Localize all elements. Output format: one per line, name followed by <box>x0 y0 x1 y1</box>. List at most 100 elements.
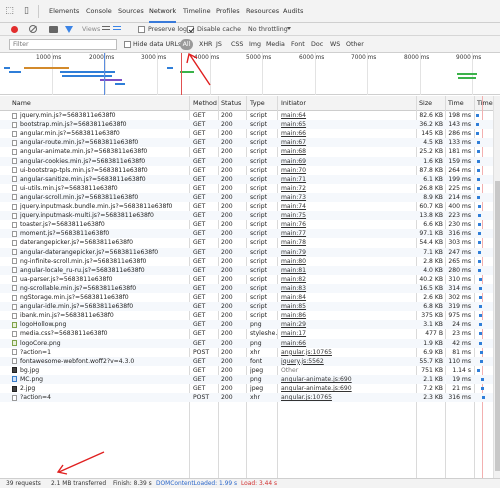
column-header-size[interactable]: Size <box>417 96 432 111</box>
table-row[interactable]: angular-idle.min.js?=5683811e638f0 GET 200… <box>0 302 493 312</box>
request-initiator[interactable]: main:74 <box>281 202 415 211</box>
scrollbar-thumb[interactable] <box>495 181 500 471</box>
inspect-element-icon[interactable]: ⬚ <box>4 6 15 17</box>
request-initiator[interactable]: main:67 <box>281 138 415 147</box>
request-initiator[interactable]: main:17 <box>281 329 415 338</box>
request-initiator[interactable]: jquery.js:5562 <box>281 357 415 366</box>
filter-icon[interactable] <box>65 26 73 33</box>
disable-cache-checkbox[interactable] <box>187 26 194 33</box>
table-row[interactable]: angular-animate.min.js?=5683811e638f0 GET… <box>0 147 493 156</box>
table-row[interactable]: angular-locale_ru-ru.js?=5683811e638f0 GE… <box>0 265 493 275</box>
table-row[interactable]: logoHollow.png GET 200 png main:29 3.1 KB 24 m… <box>0 320 493 330</box>
request-initiator[interactable]: main:78 <box>281 238 415 247</box>
table-row[interactable]: ng-scrollable.min.js?=5683811e638f0 GET 20… <box>0 283 493 293</box>
tab-audits[interactable]: Audits <box>283 0 303 23</box>
tab-console[interactable]: Console <box>86 0 112 23</box>
table-row[interactable]: 2.jpg GET 200 jpeg angular-animate.js:690 7.2… <box>0 384 493 393</box>
filter-type-all[interactable]: All <box>180 39 193 50</box>
table-row[interactable]: ngStorage.min.js?=5683811e638f0 GET 200 scr… <box>0 293 493 302</box>
request-initiator[interactable]: main:80 <box>281 257 415 266</box>
request-initiator[interactable]: main:68 <box>281 147 415 156</box>
filter-input[interactable] <box>9 39 117 50</box>
column-header-initiator[interactable]: Initiator <box>279 96 306 111</box>
tab-sources[interactable]: Sources <box>118 0 144 23</box>
request-initiator[interactable]: main:82 <box>281 275 415 284</box>
tab-elements[interactable]: Elements <box>49 0 79 23</box>
table-row[interactable]: media.css?=5683811e638f0 GET 200 styleshe..… <box>0 329 493 338</box>
request-initiator[interactable]: main:66 <box>281 129 415 138</box>
capture-screenshots-icon[interactable] <box>49 26 58 33</box>
request-initiator[interactable]: main:85 <box>281 302 415 311</box>
filter-type-doc[interactable]: Doc <box>311 39 323 50</box>
table-row[interactable]: jquery.inputmask.bundle.min.js?=5683811e… <box>0 202 493 211</box>
clear-icon[interactable] <box>29 25 37 33</box>
tab-profiles[interactable]: Profiles <box>216 0 240 23</box>
filter-type-js[interactable]: JS <box>216 39 222 50</box>
table-row[interactable]: toaster.js?=5683811e638f0 GET 200 script mai… <box>0 220 493 229</box>
table-row[interactable]: ?action=1 POST 200 xhr angular.js:10765 6.9 K… <box>0 348 493 357</box>
hide-data-urls-checkbox[interactable] <box>124 41 131 48</box>
table-row[interactable]: bootstrap.min.js?=5683811e638f0 GET 200 scr… <box>0 120 493 130</box>
table-row[interactable]: ng-infinite-scroll.min.js?=5683811e638f0… <box>0 257 493 266</box>
request-initiator[interactable]: angular.js:10765 <box>281 393 415 402</box>
request-initiator[interactable]: main:84 <box>281 293 415 302</box>
table-row[interactable]: jquery.inputmask-multi.js?=5683811e638f0… <box>0 211 493 221</box>
column-header-method[interactable]: Method <box>191 96 217 111</box>
table-row[interactable]: angular-scroll.min.js?=5683811e638f0 GET 2… <box>0 192 493 202</box>
tab-network[interactable]: Network <box>149 0 177 23</box>
request-initiator[interactable]: main:79 <box>281 248 415 257</box>
request-initiator[interactable]: main:29 <box>281 320 415 329</box>
filter-type-other[interactable]: Other <box>346 39 364 50</box>
column-header-name[interactable]: Name <box>10 96 31 111</box>
column-header-type[interactable]: Type <box>248 96 265 111</box>
request-initiator[interactable]: main:73 <box>281 193 415 202</box>
record-icon[interactable] <box>11 26 18 33</box>
table-row[interactable]: angular-sanitize.min.js?=5683811e638f0 GE… <box>0 174 493 184</box>
large-rows-icon[interactable] <box>102 26 110 33</box>
scrollbar[interactable] <box>493 96 500 478</box>
overview-icon[interactable] <box>113 26 121 33</box>
network-overview[interactable]: 1000 ms 2000 ms 3000 ms 4000 ms 5000 ms … <box>0 53 500 95</box>
tab-timeline[interactable]: Timeline <box>183 0 211 23</box>
preserve-log-checkbox[interactable] <box>138 26 145 33</box>
table-row[interactable]: angular-route.min.js?=5683811e638f0 GET 20… <box>0 138 493 148</box>
request-initiator[interactable]: main:71 <box>281 175 415 184</box>
filter-type-font[interactable]: Font <box>291 39 305 50</box>
table-row[interactable]: bg.jpg GET 200 jpeg Other 751 KB 1.14 s <box>0 366 493 375</box>
table-row[interactable]: daterangepicker.js?=5683811e638f0 GET 200 s… <box>0 238 493 247</box>
column-header-time[interactable]: Time <box>446 96 464 111</box>
request-initiator[interactable]: main:83 <box>281 284 415 293</box>
filter-type-media[interactable]: Media <box>266 39 285 50</box>
table-row[interactable]: ibank.min.js?=5683811e638f0 GET 200 script m… <box>0 311 493 320</box>
request-initiator[interactable]: main:66 <box>281 339 415 348</box>
column-header-status[interactable]: Status <box>219 96 241 111</box>
request-initiator[interactable]: main:86 <box>281 311 415 320</box>
filter-type-css[interactable]: CSS <box>231 39 243 50</box>
device-mode-icon[interactable]: ▯ <box>21 6 32 17</box>
request-initiator[interactable]: main:72 <box>281 184 415 193</box>
request-initiator[interactable]: main:77 <box>281 229 415 238</box>
tab-resources[interactable]: Resources <box>246 0 279 23</box>
table-row[interactable]: ui-utils.min.js?=5683811e638f0 GET 200 scri… <box>0 184 493 193</box>
chevron-down-icon[interactable] <box>287 27 291 30</box>
filter-type-img[interactable]: Img <box>249 39 261 50</box>
filter-type-ws[interactable]: WS <box>330 39 340 50</box>
request-initiator[interactable]: main:70 <box>281 166 415 175</box>
request-initiator[interactable]: main:69 <box>281 157 415 166</box>
request-initiator[interactable]: angular.js:10765 <box>281 348 415 357</box>
column-header-timeline[interactable]: Timel <box>475 96 494 111</box>
request-initiator[interactable]: main:64 <box>281 111 415 120</box>
request-initiator[interactable]: main:76 <box>281 220 415 229</box>
table-row[interactable]: jquery.min.js?=5683811e638f0 GET 200 script… <box>0 111 493 120</box>
table-row[interactable]: fontawesome-webfont.woff2?v=4.3.0 GET 200 f… <box>0 356 493 366</box>
table-row[interactable]: angular.min.js?=5683811e638f0 GET 200 scrip… <box>0 129 493 138</box>
table-row[interactable]: MC.png GET 200 png angular-animate.js:690 2.1… <box>0 374 493 384</box>
table-row[interactable]: ui-bootstrap-tpls.min.js?=5683811e638f0 G… <box>0 166 493 175</box>
request-initiator[interactable]: angular-animate.js:690 <box>281 384 415 393</box>
throttling-select[interactable]: No throttling <box>248 23 288 36</box>
table-row[interactable]: angular-cookies.min.js?=5683811e638f0 GET… <box>0 156 493 166</box>
table-row[interactable]: logoCore.png GET 200 png main:66 1.9 KB 42 ms <box>0 338 493 348</box>
request-initiator[interactable]: main:81 <box>281 266 415 275</box>
table-row[interactable]: ua-parser.js?=5683811e638f0 GET 200 script m… <box>0 275 493 284</box>
request-initiator[interactable]: angular-animate.js:690 <box>281 375 415 384</box>
